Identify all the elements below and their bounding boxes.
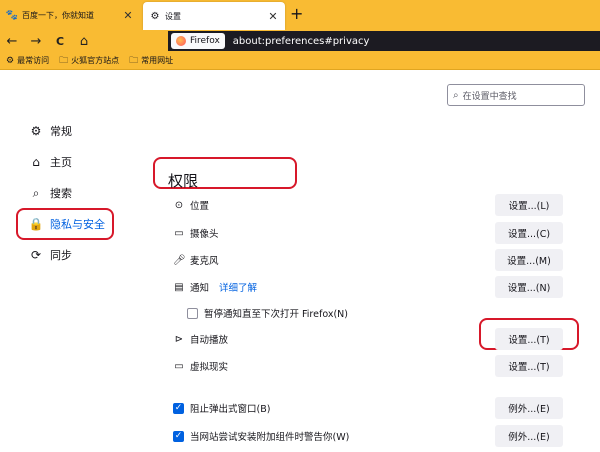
bookmark-label: 最常访问 [17,56,50,65]
folder-icon: 🗀 [59,55,69,66]
gear-icon: ⚙ [6,55,15,66]
tab-strip: 🐾 百度一下，你就知道 ✕ ⚙ 设置 ✕ + [0,0,600,30]
firefox-icon [176,36,186,46]
pause-notifications-row: 暂停通知直至下次打开 Firefox(N) [187,302,593,324]
checkbox-label: 暂停通知直至下次打开 Firefox(N) [204,309,348,320]
checkbox-label: 阻止弹出式窗口(B) [190,404,271,415]
back-button[interactable]: ← [0,34,24,49]
gear-icon: ⚙ [150,10,160,22]
block-popups-row: ✓ 阻止弹出式窗口(B) 例外...(E) [173,397,593,419]
paw-icon: 🐾 [5,10,19,21]
url-bar[interactable]: Firefox about:preferences#privacy [168,31,600,51]
identity-box[interactable]: Firefox [171,33,225,49]
permission-row-vr: ▭ 虚拟现实 设置...(T) [173,355,593,377]
permission-label: 自动播放 [190,335,229,346]
permission-label: 麦克风 [190,256,219,267]
sidebar-item-label: 主页 [50,156,72,169]
sidebar-item-search[interactable]: ⌕ 搜索 [28,183,118,203]
sidebar-item-label: 常规 [50,125,72,138]
sidebar-item-home[interactable]: ⌂ 主页 [28,152,118,172]
permission-label: 位置 [190,201,210,212]
home-button[interactable]: ⌂ [72,34,96,49]
bookmarks-toolbar: ⚙ 最常访问 🗀 火狐官方站点 🗀 常用网址 [0,52,600,70]
sidebar-item-label: 同步 [50,249,72,262]
bookmark-common[interactable]: 🗀 常用网址 [129,53,173,69]
close-icon[interactable]: ✕ [267,10,279,23]
permission-label: 摄像头 [190,229,219,240]
search-placeholder: 在设置中查找 [462,91,517,102]
tab-baidu[interactable]: 🐾 百度一下，你就知道 ✕ [0,3,140,28]
tab-title: 设置 [165,11,181,21]
warn-addons-row: ✓ 当网站尝试安装附加组件时警告你(W) 例外...(E) [173,425,593,447]
close-icon[interactable]: ✕ [122,9,134,22]
permissions-heading: 权限 [168,172,199,190]
permission-row-notifications: ▤ 通知 详细了解 设置...(N) [173,276,593,298]
autoplay-settings-button[interactable]: 设置...(T) [495,328,563,350]
permission-row-camera: ▭ 摄像头 设置...(C) [173,222,593,244]
annotation-highlight-sidebar [16,208,114,240]
sidebar-item-sync[interactable]: ⟳ 同步 [28,245,118,265]
notification-icon: ▤ [174,281,184,293]
microphone-icon: 🎤︎ [173,254,186,266]
permission-label: 通知 [190,283,210,294]
addons-exceptions-button[interactable]: 例外...(E) [495,425,563,447]
forward-button[interactable]: → [24,34,48,49]
search-icon: ⌕ [453,89,459,101]
bookmark-label: 火狐官方站点 [71,56,120,65]
settings-search-input[interactable]: ⌕ 在设置中查找 [447,84,585,106]
url-text[interactable]: about:preferences#privacy [233,36,370,47]
checkbox-label: 当网站尝试安装附加组件时警告你(W) [190,432,350,443]
permission-row-location: ⊙ 位置 设置...(L) [173,194,593,216]
search-icon: ⌕ [32,185,40,200]
folder-icon: 🗀 [129,55,139,66]
preferences-content: ⌕ 在设置中查找 ⚙ 常规 ⌂ 主页 ⌕ 搜索 🔒 隐私与安全 ⟳ 同步 权限 … [0,71,600,452]
permission-row-autoplay: ⊳ 自动播放 设置...(T) [173,328,593,350]
reload-button[interactable]: C [48,35,72,48]
sync-icon: ⟳ [30,248,42,262]
sidebar-item-label: 搜索 [50,187,72,200]
vr-headset-icon: ▭ [174,360,184,372]
camera-settings-button[interactable]: 设置...(C) [495,222,563,244]
pause-notifications-checkbox[interactable] [187,307,198,319]
popups-exceptions-button[interactable]: 例外...(E) [495,397,563,419]
permission-label: 虚拟现实 [190,362,229,373]
bookmark-most-visited[interactable]: ⚙ 最常访问 [6,55,49,66]
block-popups-checkbox[interactable]: ✓ [173,402,184,414]
notifications-settings-button[interactable]: 设置...(N) [495,276,563,298]
identity-label: Firefox [190,36,220,46]
vr-settings-button[interactable]: 设置...(T) [495,355,563,377]
bookmark-label: 常用网址 [141,56,174,65]
microphone-settings-button[interactable]: 设置...(M) [495,249,563,271]
location-pin-icon: ⊙ [174,199,184,211]
sidebar-item-general[interactable]: ⚙ 常规 [28,121,118,141]
learn-more-link[interactable]: 详细了解 [219,280,257,294]
autoplay-icon: ⊳ [174,333,184,345]
camera-icon: ▭ [174,227,184,239]
location-settings-button[interactable]: 设置...(L) [495,194,563,216]
tab-title: 百度一下，你就知道 [22,11,94,20]
permission-row-microphone: 🎤︎ 麦克风 设置...(M) [173,249,593,271]
bookmark-firefox-site[interactable]: 🗀 火狐官方站点 [59,53,119,69]
new-tab-button[interactable]: + [290,6,303,22]
warn-addons-checkbox[interactable]: ✓ [173,430,184,442]
tab-settings[interactable]: ⚙ 设置 ✕ [143,2,285,30]
home-icon: ⌂ [32,155,40,169]
navigation-toolbar: ← → C ⌂ Firefox about:preferences#privac… [0,30,600,52]
gear-icon: ⚙ [30,124,42,138]
